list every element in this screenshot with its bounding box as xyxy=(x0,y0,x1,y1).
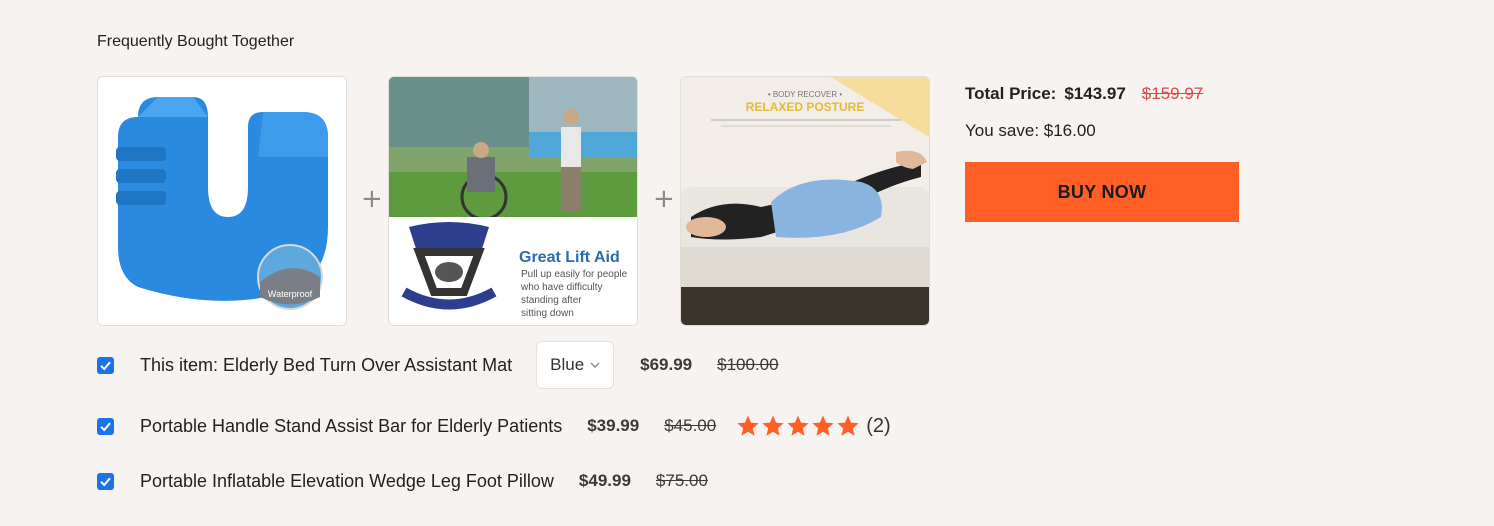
star-icon xyxy=(787,415,809,436)
svg-text:RELAXED POSTURE: RELAXED POSTURE xyxy=(746,100,865,114)
total-price-line: Total Price: $143.97 $159.97 xyxy=(965,84,1239,104)
rating-stars[interactable] xyxy=(736,414,860,438)
leg-pillow-image: • BODY RECOVER • RELAXED POSTURE xyxy=(681,77,929,325)
savings-text: You save: $16.00 xyxy=(965,121,1096,140)
svg-text:standing after: standing after xyxy=(521,295,582,306)
item-checkbox[interactable] xyxy=(97,417,114,435)
bundle-item-row: This item: Elderly Bed Turn Over Assista… xyxy=(97,341,779,389)
price-summary: Total Price: $143.97 $159.97 You save: $16… xyxy=(965,84,1239,222)
review-count[interactable]: (2) xyxy=(866,415,890,438)
buy-now-button[interactable]: BUY NOW xyxy=(965,162,1239,222)
variant-select[interactable]: Blue xyxy=(536,341,615,389)
variant-value: Blue xyxy=(550,355,585,374)
svg-text:who have difficulty: who have difficulty xyxy=(520,282,603,293)
item-original-price: $100.00 xyxy=(717,355,779,374)
item-checkbox[interactable] xyxy=(97,472,114,490)
turn-over-mat-image: Waterproof xyxy=(98,77,346,325)
plus-icon: + xyxy=(653,184,675,214)
item-original-price: $45.00 xyxy=(664,416,717,435)
item-price: $69.99 xyxy=(640,355,693,374)
total-price: $143.97 xyxy=(1064,84,1126,103)
item-checkbox[interactable] xyxy=(97,356,114,374)
lift-aid-headline: Great Lift Aid xyxy=(519,249,620,266)
product-image-turn-over-mat[interactable]: Waterproof xyxy=(97,76,347,326)
checkmark-icon xyxy=(100,361,111,370)
item-name[interactable]: Portable Handle Stand Assist Bar for Eld… xyxy=(140,416,562,437)
item-price: $49.99 xyxy=(578,471,631,490)
chevron-down-icon xyxy=(590,362,600,368)
bundle-item-row: Portable Inflatable Elevation Wedge Leg … xyxy=(97,467,708,495)
plus-icon: + xyxy=(361,184,383,214)
section-title: Frequently Bought Together xyxy=(97,33,295,50)
svg-text:sitting down: sitting down xyxy=(521,308,574,319)
checkmark-icon xyxy=(100,422,111,431)
lift-aid-image: Great Lift Aid Pull up easily for people… xyxy=(389,77,637,325)
total-price-label: Total Price: xyxy=(965,84,1057,103)
item-name[interactable]: This item: Elderly Bed Turn Over Assista… xyxy=(140,355,512,376)
product-image-lift-aid[interactable]: Great Lift Aid Pull up easily for people… xyxy=(388,76,638,326)
waterproof-badge: Waterproof xyxy=(268,289,313,299)
svg-text:Pull up easily for people: Pull up easily for people xyxy=(521,269,628,280)
item-name[interactable]: Portable Inflatable Elevation Wedge Leg … xyxy=(140,471,554,492)
item-price: $39.99 xyxy=(587,416,640,435)
item-original-price: $75.00 xyxy=(655,471,708,490)
svg-text:• BODY RECOVER •: • BODY RECOVER • xyxy=(768,90,843,99)
bundle-item-row: Portable Handle Stand Assist Bar for Eld… xyxy=(97,412,891,440)
star-icon xyxy=(762,415,784,436)
star-icon xyxy=(837,415,859,436)
original-total-price: $159.97 xyxy=(1141,84,1204,103)
product-image-leg-pillow[interactable]: • BODY RECOVER • RELAXED POSTURE xyxy=(680,76,930,326)
star-icon xyxy=(812,415,834,436)
checkmark-icon xyxy=(100,477,111,486)
star-icon xyxy=(737,415,759,436)
